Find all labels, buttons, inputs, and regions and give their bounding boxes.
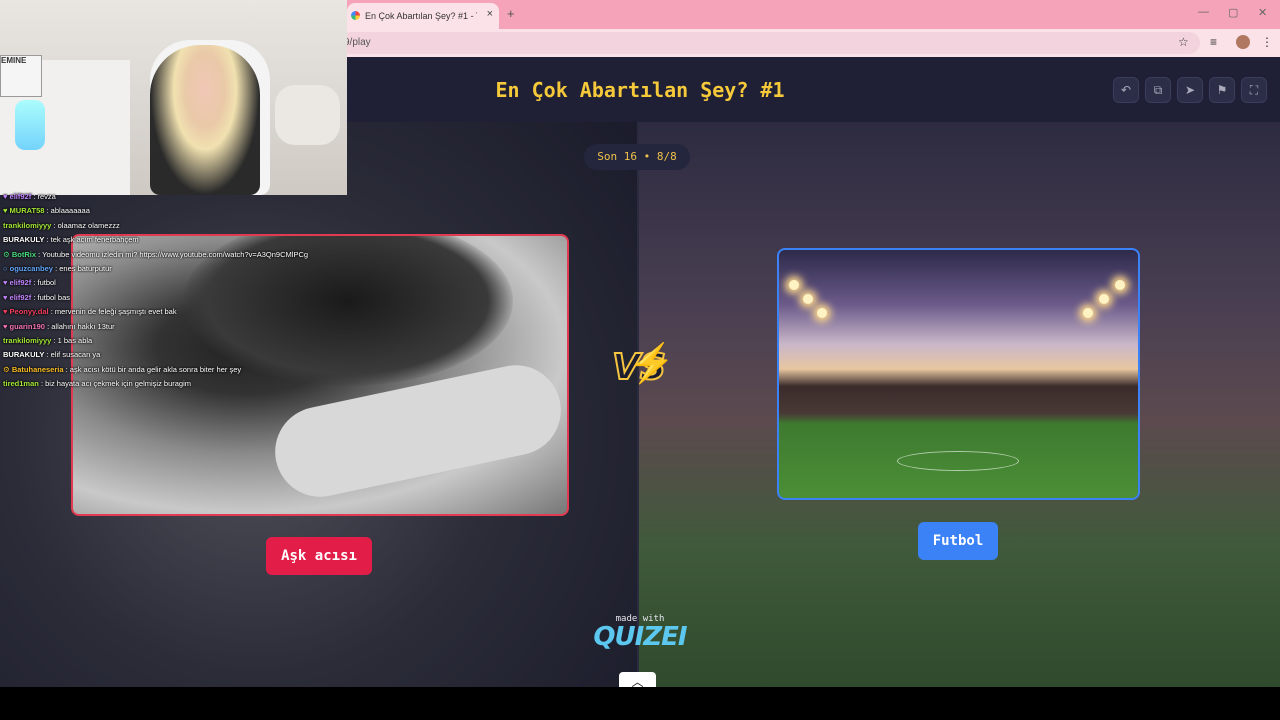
tab-title: En Çok Abartılan Şey? #1 - Tier (365, 11, 477, 21)
stadium-light (1083, 308, 1093, 318)
chat-message: ○ oguzcanbey : enes baturputur (3, 262, 343, 276)
chat-text: : tek aşk acım fenerbahçem (46, 235, 139, 245)
stadium-light (1099, 294, 1109, 304)
poster-text: EMINE (1, 56, 27, 65)
chat-text: : enes baturputur (55, 264, 112, 274)
chat-badge-icon: ♥ (3, 292, 8, 302)
chat-message: BURAKULY : elif susacan ya (3, 348, 343, 362)
chat-badge-icon: ♥ (3, 321, 8, 331)
media-controls-icon[interactable]: ≡ (1210, 35, 1217, 49)
chat-badge-icon: ♥ (3, 278, 8, 288)
lightning-bolt-icon: ⚡ (628, 343, 676, 385)
chat-text: : elif susacan ya (46, 350, 101, 360)
chat-message: trankilomiyyy : 1 bas abla (3, 334, 343, 348)
tab-close-icon[interactable]: × (487, 8, 493, 20)
chat-username: trankilomiyyy (3, 336, 52, 346)
chat-username: MURAT58 (9, 206, 45, 216)
chat-message: ♥ MURAT58 : ablaaaaaaa (3, 204, 343, 218)
flag-icon[interactable]: ⚑ (1209, 77, 1235, 103)
chat-message: trankilomiyyy : olaamaz olamezzz (3, 219, 343, 233)
chat-message: ♥ elif92f : revza (3, 190, 343, 204)
webcam-overlay: EMINE (0, 0, 347, 195)
stadium-light (803, 294, 813, 304)
stadium-light (789, 280, 799, 290)
chat-message: ♥ elif92f : futbol bas (3, 291, 343, 305)
chat-username: BURAKULY (3, 350, 45, 360)
browser-tab[interactable]: En Çok Abartılan Şey? #1 - Tier × (347, 3, 499, 29)
chat-text: : allahını hakkı 13tur (47, 321, 115, 331)
chat-text: : Youtube videomu izledin mi? https://ww… (38, 249, 309, 259)
left-option-button[interactable]: Aşk acısı (266, 537, 372, 575)
right-option-button[interactable]: Futbol (918, 522, 998, 560)
chat-text: : revza (33, 192, 56, 201)
chat-badge-icon: ○ (3, 264, 8, 274)
stadium-light (817, 308, 827, 318)
copy-icon[interactable]: ⧉ (1145, 77, 1171, 103)
chat-username: BotRix (11, 249, 36, 259)
maximize-icon[interactable]: ▢ (1228, 6, 1238, 19)
pitch-center-circle (897, 451, 1019, 471)
chat-message: ♥ guarin190 : allahını hakkı 13tur (3, 320, 343, 334)
chat-message: ⚙ Batuhaneseria : aşk acısı kötü bir and… (3, 363, 343, 377)
chat-username: trankilomiyyy (3, 220, 52, 230)
chat-username: BURAKULY (3, 235, 45, 245)
chat-username: elif92f (9, 192, 32, 201)
chat-badge-icon: ♥ (3, 192, 8, 201)
right-option-image[interactable] (777, 248, 1140, 500)
chat-text: : olaamaz olamezzz (53, 220, 120, 230)
new-tab-button[interactable]: + (507, 6, 515, 21)
tab-favicon-icon (351, 11, 360, 20)
wall-poster: EMINE (0, 55, 42, 97)
chat-username: guarin190 (9, 321, 45, 331)
undo-icon[interactable]: ↶ (1113, 77, 1139, 103)
chat-badge-icon: ⚙ (3, 364, 10, 374)
close-window-icon[interactable]: ✕ (1258, 6, 1267, 19)
chat-message: tired1man : biz hayata acı çekmek için g… (3, 377, 343, 391)
chat-message: ♥ elif92f : futbol (3, 276, 343, 290)
fullscreen-icon[interactable]: ⛶ (1241, 77, 1267, 103)
chat-text: : futbol bas (33, 292, 71, 302)
bookmark-star-icon[interactable]: ☆ (1178, 35, 1189, 49)
minimize-icon[interactable]: — (1198, 6, 1209, 18)
round-indicator: Son 16 • 8/8 (584, 144, 690, 170)
chat-text: : mervenin de feleği şaşmıştı evet bak (50, 307, 177, 317)
chat-message: ⚙ BotRix : Youtube videomu izledin mi? h… (3, 248, 343, 262)
center-divider (637, 122, 639, 687)
chat-username: Batuhaneseria (11, 364, 64, 374)
bottom-black-bar (0, 687, 1280, 720)
chat-text: : ablaaaaaaa (46, 206, 90, 216)
chat-text: : 1 bas abla (53, 336, 93, 346)
url-text: 9/play (344, 37, 371, 48)
quizei-logo[interactable]: QUIZEI (0, 622, 1280, 652)
chat-badge-icon: ♥ (3, 307, 8, 317)
chevron-up-icon[interactable]: ︿ (619, 672, 656, 687)
chat-text: : aşk acısı kötü bir anda gelir akla son… (65, 364, 242, 374)
profile-avatar[interactable] (1236, 35, 1250, 49)
chat-text: : biz hayata acı çekmek için gelmişiz bu… (40, 379, 192, 389)
chat-username: elif92f (9, 278, 32, 288)
chat-overlay: ♥ elif92f : revza ♥ MURAT58 : ablaaaaaaa … (3, 190, 343, 392)
streamer (150, 45, 260, 195)
chat-username: Peonyy.dal (9, 307, 49, 317)
chat-username: tired1man (3, 379, 39, 389)
menu-kebab-icon[interactable]: ⋮ (1261, 35, 1273, 49)
chat-message: ♥ Peonyy.dal : mervenin de feleği şaşmış… (3, 305, 343, 319)
chat-badge-icon: ♥ (3, 206, 8, 216)
chat-text: : futbol (33, 278, 56, 288)
chat-badge-icon: ⚙ (3, 249, 10, 259)
chat-message: BURAKULY : tek aşk acım fenerbahçem (3, 233, 343, 247)
chat-username: oguzcanbey (9, 264, 53, 274)
armchair (275, 85, 340, 145)
chat-username: elif92f (9, 292, 32, 302)
send-icon[interactable]: ➤ (1177, 77, 1203, 103)
stadium-light (1115, 280, 1125, 290)
address-bar[interactable]: 9/play (340, 32, 1200, 54)
glowing-lamp (15, 100, 45, 150)
